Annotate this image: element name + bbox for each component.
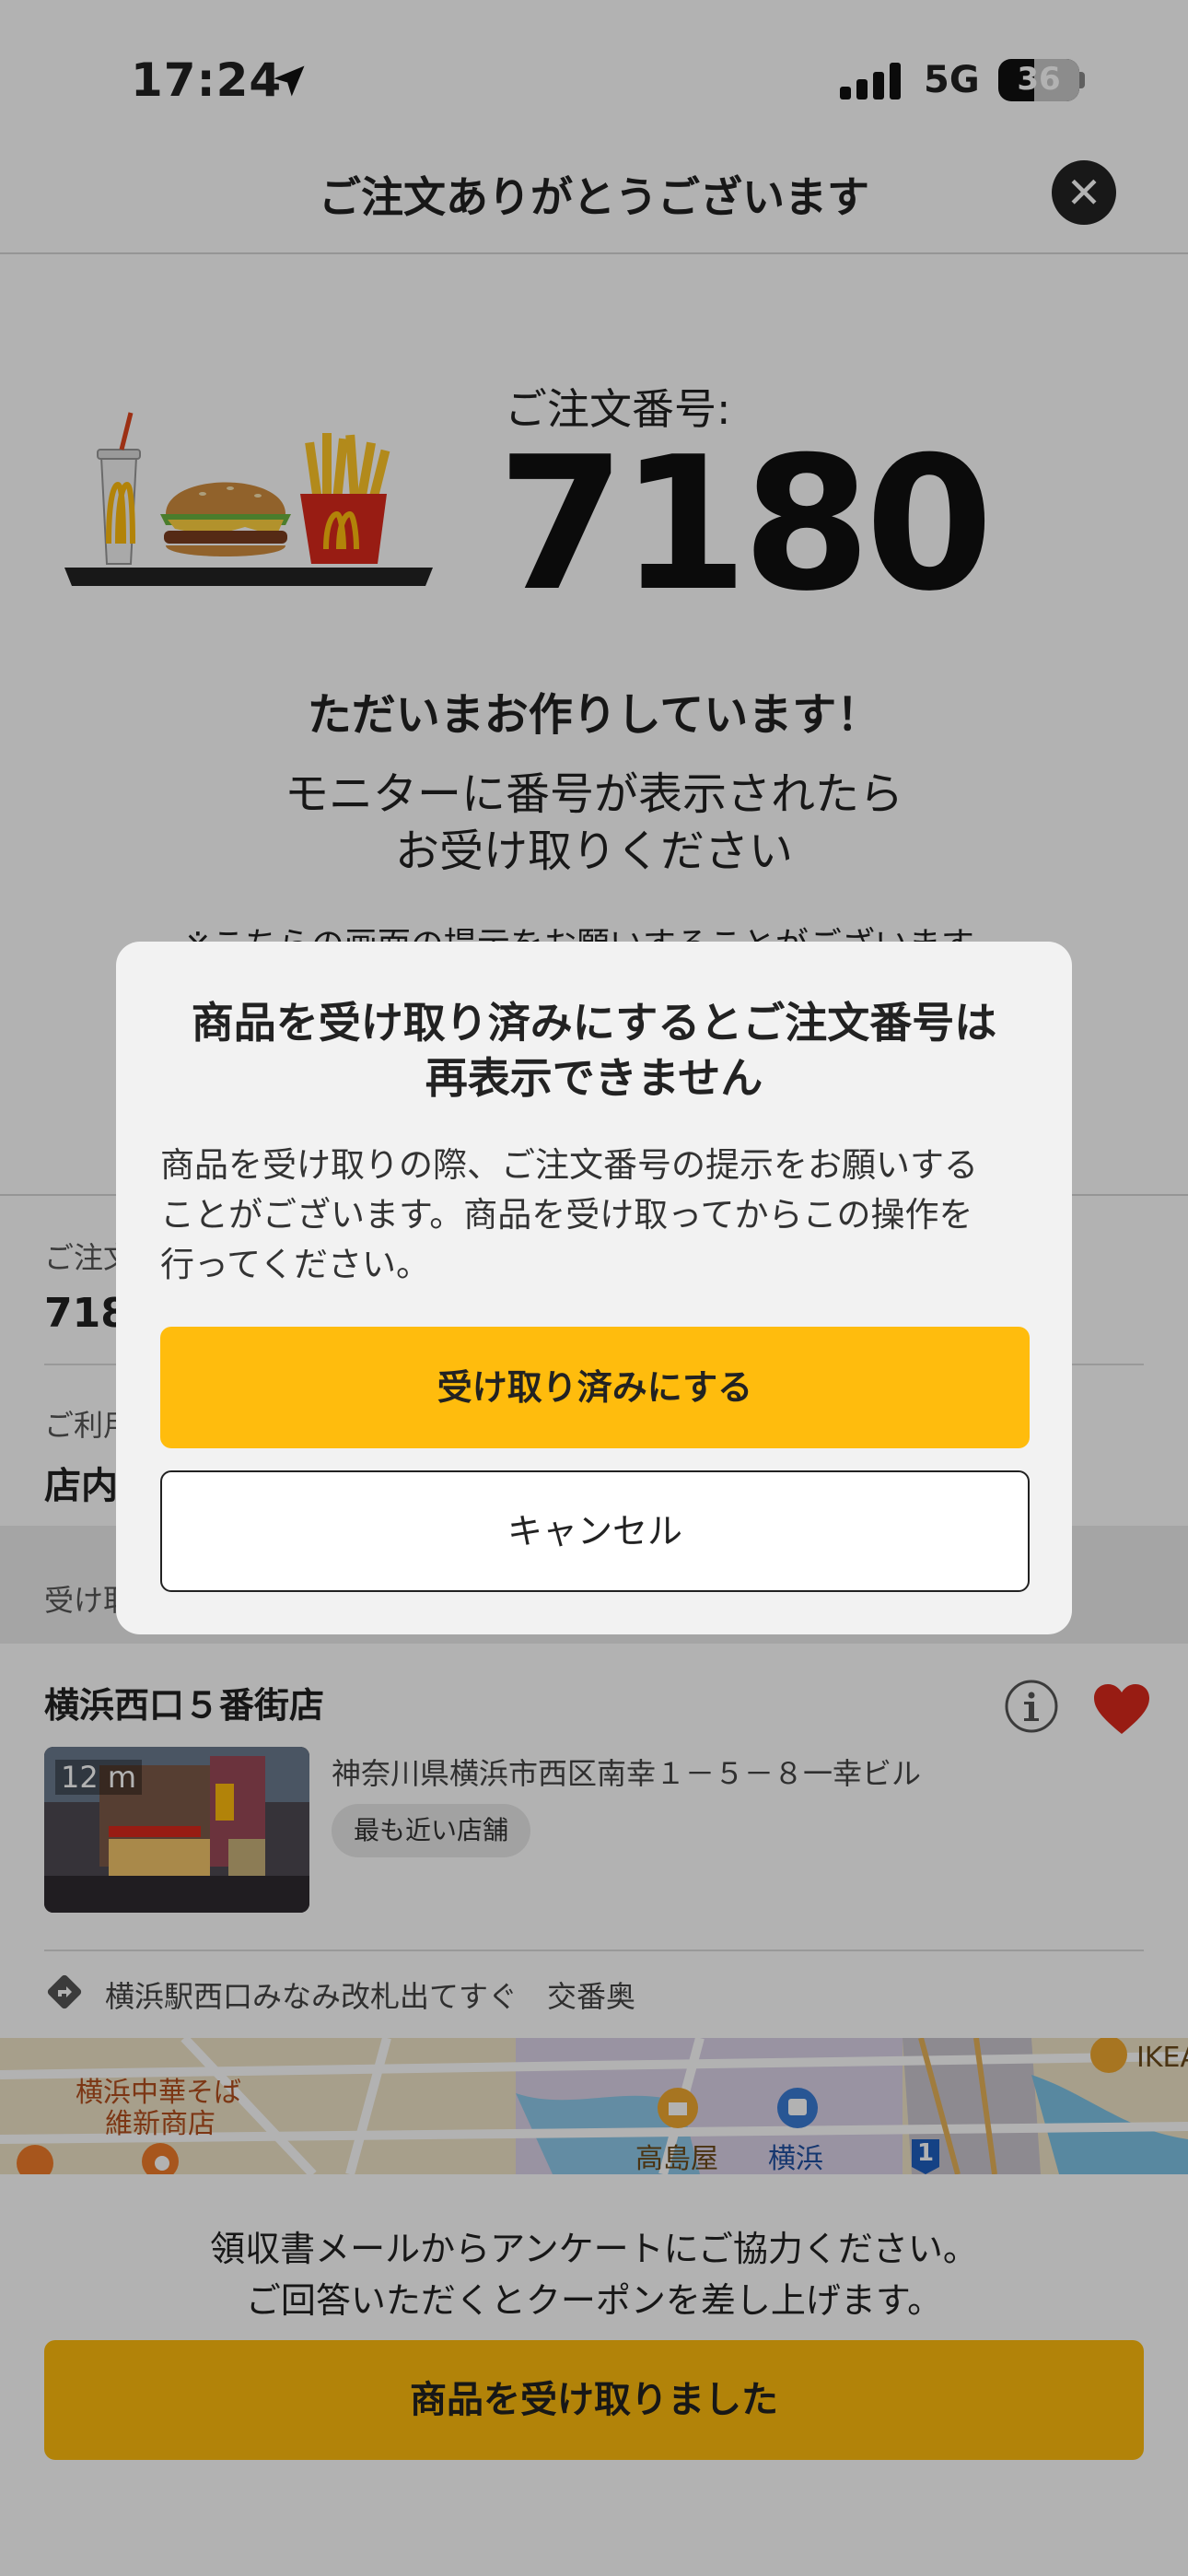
cancel-button[interactable]: キャンセル — [160, 1470, 1030, 1592]
dialog-message-line2: ことがございます。商品を受け取ってからこの操作を — [160, 1195, 973, 1235]
dialog-message: 商品を受け取りの際、ご注文番号の提示をお願いする ことがございます。商品を受け取… — [160, 1141, 1044, 1290]
dialog-message-line3: 行ってください。 — [160, 1245, 431, 1284]
dialog-message-line1: 商品を受け取りの際、ご注文番号の提示をお願いする — [160, 1145, 978, 1185]
dialog-title-line2: 再表示できません — [425, 1053, 763, 1103]
mark-received-button[interactable]: 受け取り済みにする — [160, 1327, 1030, 1448]
confirm-dialog: 商品を受け取り済みにするとご注文番号は 再表示できません 商品を受け取りの際、ご… — [116, 942, 1072, 1634]
dialog-title-line1: 商品を受け取り済みにするとご注文番号は — [191, 998, 997, 1048]
